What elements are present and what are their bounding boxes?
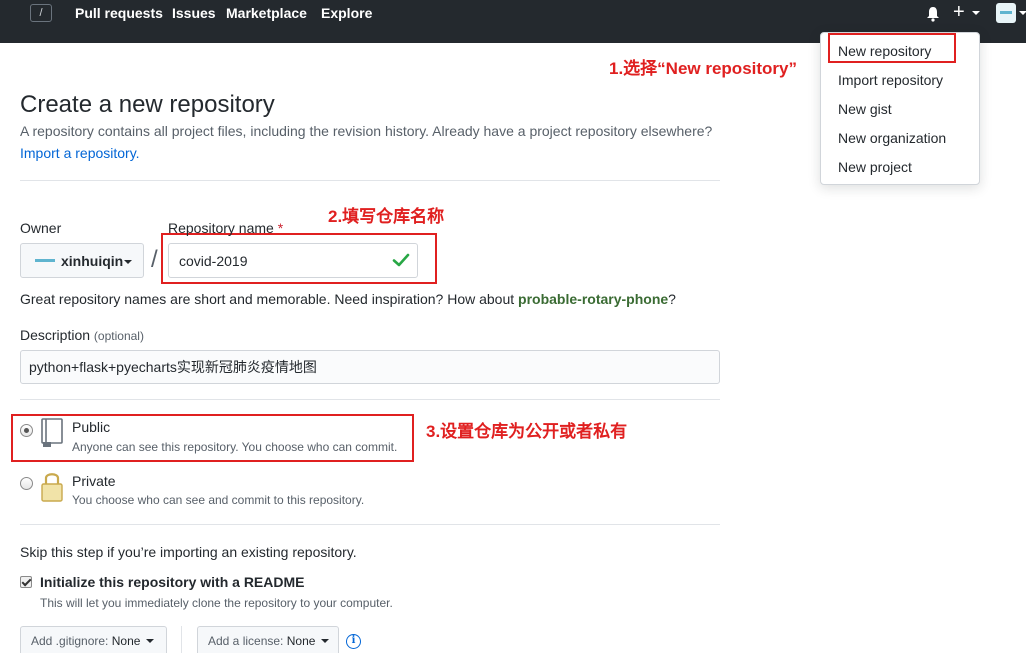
owner-select[interactable]: xinhuiqin <box>20 243 144 278</box>
chevron-down-icon[interactable] <box>972 11 980 15</box>
description-label: Description (optional) <box>20 327 144 343</box>
init-readme-note: This will let you immediately clone the … <box>40 596 393 610</box>
hint-text: Great repository names are short and mem… <box>20 291 519 307</box>
annotation-step1: 1.选择“New repository” <box>609 59 797 78</box>
license-label: Add a license: <box>208 634 284 648</box>
repo-name-input[interactable] <box>168 243 418 278</box>
nav-pull-requests[interactable]: Pull requests <box>75 5 163 21</box>
menu-item-new-organization[interactable]: New organization <box>838 130 946 146</box>
chevron-down-icon[interactable] <box>1019 11 1026 15</box>
bell-icon[interactable] <box>925 6 941 22</box>
avatar[interactable] <box>996 3 1016 23</box>
chevron-down-icon <box>145 639 154 643</box>
gitignore-value: None <box>111 634 141 648</box>
nav-explore[interactable]: Explore <box>321 5 372 21</box>
page-subtitle: A repository contains all project files,… <box>20 123 713 139</box>
owner-name: xinhuiqin <box>61 253 124 269</box>
annotation-step3: 3.设置仓库为公开或者私有 <box>426 422 628 441</box>
description-input[interactable] <box>20 350 720 384</box>
annotation-box-new-repository <box>828 33 956 63</box>
init-readme-label[interactable]: Initialize this repository with a README <box>40 574 304 590</box>
private-radio[interactable] <box>20 477 33 490</box>
skip-step-text: Skip this step if you’re importing an ex… <box>20 544 357 560</box>
nav-issues[interactable]: Issues <box>172 5 216 21</box>
gitignore-select[interactable]: Add .gitignore: None <box>20 626 167 653</box>
chevron-down-icon <box>124 260 132 264</box>
license-value: None <box>286 634 316 648</box>
avatar <box>35 255 55 267</box>
lock-icon <box>41 473 63 502</box>
suggested-repo-name[interactable]: probable-rotary-phone <box>518 291 668 307</box>
public-option-title[interactable]: Public <box>72 419 110 435</box>
owner-label: Owner <box>20 220 62 236</box>
public-radio[interactable] <box>20 424 33 437</box>
description-label-text: Description <box>20 327 91 343</box>
repo-name-label-text: Repository name <box>168 220 274 236</box>
private-option-title[interactable]: Private <box>72 473 116 489</box>
check-icon <box>392 253 410 267</box>
repo-name-hint: Great repository names are short and mem… <box>20 291 676 307</box>
gitignore-label: Add .gitignore: <box>31 634 109 648</box>
menu-item-new-gist[interactable]: New gist <box>838 101 892 117</box>
search-slash-hint[interactable]: / <box>30 4 52 22</box>
plus-icon[interactable]: + <box>953 2 965 22</box>
divider <box>20 524 720 525</box>
divider <box>20 399 720 400</box>
info-icon[interactable]: i <box>346 634 361 649</box>
public-option-note: Anyone can see this repository. You choo… <box>72 440 398 454</box>
hint-suffix: ? <box>668 291 676 307</box>
menu-item-import-repository[interactable]: Import repository <box>838 72 943 88</box>
chevron-down-icon <box>320 639 329 643</box>
optional-tag: (optional) <box>93 329 144 343</box>
repo-name-label: Repository name * <box>168 220 283 236</box>
annotation-step2: 2.填写仓库名称 <box>328 207 445 226</box>
page-title: Create a new repository <box>20 91 275 118</box>
divider <box>20 180 720 181</box>
init-readme-checkbox[interactable] <box>20 576 32 588</box>
private-option-note: You choose who can see and commit to thi… <box>72 493 365 507</box>
repo-icon <box>41 418 63 447</box>
nav-marketplace[interactable]: Marketplace <box>226 5 307 21</box>
license-select[interactable]: Add a license: None <box>197 626 339 653</box>
divider <box>181 626 182 653</box>
owner-repo-separator: / <box>151 246 158 273</box>
import-repository-link[interactable]: Import a repository. <box>20 145 140 161</box>
menu-item-new-project[interactable]: New project <box>838 159 912 175</box>
required-mark: * <box>277 220 284 236</box>
